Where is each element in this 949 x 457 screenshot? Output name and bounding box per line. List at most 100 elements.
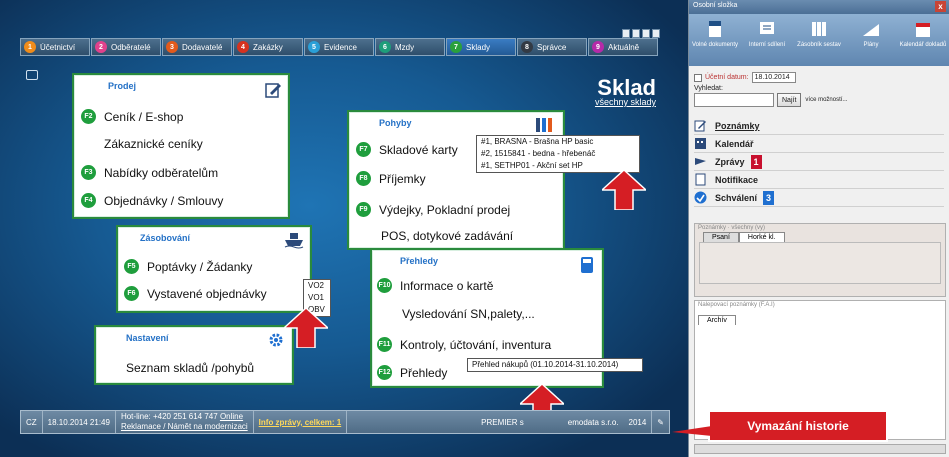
item-label: Skladové karty bbox=[379, 142, 458, 157]
support-links: Hot-line: +420 251 614 747 Online Reklam… bbox=[116, 411, 254, 433]
nastaveni-panel: Nastavení Seznam skladů /pohybů bbox=[94, 325, 294, 385]
red-arrow-icon bbox=[284, 308, 328, 348]
more-options-link[interactable]: více možností... bbox=[805, 97, 847, 103]
tab-number: 5 bbox=[308, 41, 320, 53]
notification-icon bbox=[695, 173, 706, 186]
side-link-kalendar[interactable]: Kalendář bbox=[694, 135, 944, 153]
tab-label: Zakázky bbox=[253, 42, 283, 52]
status-bar: CZ 18.10.2014 21:49 Hot-line: +420 251 6… bbox=[20, 410, 670, 434]
document-icon bbox=[709, 21, 721, 37]
window-icon[interactable] bbox=[652, 29, 660, 38]
tool-kalendar-dokladu[interactable]: Kalendář dokladů bbox=[897, 14, 949, 66]
tab-label: Účetnictví bbox=[40, 42, 76, 52]
tab-zakazky[interactable]: 4 Zakázky bbox=[233, 38, 303, 56]
menu-item-kontroly[interactable]: F11 Kontroly, účtování, inventura bbox=[377, 337, 551, 352]
search-input[interactable] bbox=[694, 93, 774, 107]
red-arrow-icon bbox=[602, 170, 646, 210]
popup-item[interactable]: #2, 1515841 - bedna - hřebenáč bbox=[477, 148, 639, 160]
count-badge: 1 bbox=[750, 154, 762, 169]
menu-item-vysledovani-sn[interactable]: Vysledování SN,palety,... bbox=[402, 307, 535, 321]
find-button[interactable]: Najít bbox=[777, 93, 802, 107]
popup-item[interactable]: #1, BRASNA - Brašna HP basic bbox=[477, 136, 639, 148]
tab-psani[interactable]: Psaní bbox=[703, 232, 739, 242]
popup-item[interactable]: VO1 bbox=[304, 292, 330, 304]
info-messages-link[interactable]: Info zprávy, celkem: 1 bbox=[259, 418, 342, 427]
menu-item-informace-o-karte[interactable]: F10 Informace o kartě bbox=[377, 278, 493, 293]
online-link[interactable]: Online bbox=[220, 412, 243, 421]
shortcut-badge: F6 bbox=[124, 286, 139, 301]
history-back-icon[interactable] bbox=[26, 70, 38, 80]
menu-item-prehledy[interactable]: F12 Přehledy bbox=[377, 365, 447, 380]
menu-item-poptavky[interactable]: F5 Poptávky / Žádanky bbox=[124, 259, 252, 274]
ucetni-datum-field[interactable]: 18.10.2014 bbox=[751, 72, 796, 83]
menu-item-pos[interactable]: POS, dotykové zadávání bbox=[381, 229, 513, 243]
tab-number: 3 bbox=[166, 41, 178, 53]
tab-label: Aktuálně bbox=[608, 42, 640, 52]
ucetni-datum-checkbox[interactable] bbox=[694, 73, 702, 82]
popup-item[interactable]: VO2 bbox=[304, 280, 330, 292]
link-label: Poznámky bbox=[715, 120, 760, 131]
tab-horke-kl[interactable]: Horké kl. bbox=[738, 232, 785, 242]
menu-item-vystavene-objednavky[interactable]: F6 Vystavené objednávky bbox=[124, 286, 267, 301]
calendar-icon bbox=[695, 138, 706, 149]
side-link-zpravy[interactable]: Zprávy 1 bbox=[694, 153, 944, 171]
window-icon[interactable] bbox=[642, 29, 650, 38]
stack-icon bbox=[812, 22, 826, 36]
window-icon[interactable] bbox=[622, 29, 630, 38]
reklamace-link[interactable]: Reklamace / Námět na modernizaci bbox=[121, 422, 248, 432]
main-area: 1 Účetnictví 2 Odběratelé 3 Dodavatelé 4 Zak… bbox=[0, 0, 688, 457]
tool-zasobnik-sestav[interactable]: Zásobník sestav bbox=[793, 14, 845, 66]
item-label: Vystavené objednávky bbox=[147, 286, 267, 301]
menu-item-seznam-skladu[interactable]: Seznam skladů /pohybů bbox=[126, 361, 254, 375]
tab-label: Správce bbox=[537, 42, 567, 52]
tab-archiv[interactable]: Archív bbox=[698, 315, 736, 325]
side-link-poznamky[interactable]: Poznámky bbox=[694, 117, 944, 135]
popup-item[interactable]: Přehled nákupů (01.10.2014-31.10.2014) bbox=[468, 359, 642, 371]
tab-sklady[interactable]: 7 Sklady bbox=[446, 38, 516, 56]
tab-odberatele[interactable]: 2 Odběratelé bbox=[91, 38, 161, 56]
link-label: Kalendář bbox=[715, 138, 754, 149]
tool-volne-dokumenty[interactable]: Volné dokumenty bbox=[689, 14, 741, 66]
tab-spravce[interactable]: 8 Správce bbox=[517, 38, 587, 56]
all-warehouses-link[interactable]: všechny sklady bbox=[595, 97, 656, 107]
tab-label: Sklady bbox=[466, 42, 491, 52]
pohyby-panel: Pohyby F7 Skladové karty F8 Příjemky F9 Výd… bbox=[347, 110, 565, 250]
tab-dodavatele[interactable]: 3 Dodavatelé bbox=[162, 38, 232, 56]
side-link-notifikace[interactable]: Notifikace bbox=[694, 171, 944, 189]
item-label: Výdejky, Pokladní prodej bbox=[379, 202, 511, 217]
window-icon[interactable] bbox=[632, 29, 640, 38]
notes-textarea[interactable] bbox=[699, 242, 941, 284]
tool-label: Kalendář dokladů bbox=[899, 42, 947, 48]
tab-mzdy[interactable]: 6 Mzdy bbox=[375, 38, 445, 56]
tab-evidence[interactable]: 5 Evidence bbox=[304, 38, 374, 56]
menu-item-zakaznicke-ceniky[interactable]: Zákaznické ceníky bbox=[104, 137, 203, 151]
close-icon[interactable]: x bbox=[935, 1, 946, 12]
tab-ucetnictvi[interactable]: 1 Účetnictví bbox=[20, 38, 90, 56]
link-label: Notifikace bbox=[715, 174, 759, 185]
menu-item-vydejky[interactable]: F9 Výdejky, Pokladní prodej bbox=[356, 202, 510, 217]
tab-aktualne[interactable]: 9 Aktuálně bbox=[588, 38, 658, 56]
horizontal-scrollbar[interactable] bbox=[694, 444, 946, 454]
chart-icon bbox=[863, 24, 879, 36]
menu-item-cenik[interactable]: F2 Ceník / E-shop bbox=[81, 109, 183, 124]
menu-item-objednavky[interactable]: F4 Objednávky / Smlouvy bbox=[81, 193, 223, 208]
side-link-schvaleni[interactable]: Schválení 3 bbox=[694, 189, 944, 207]
item-label: Poptávky / Žádanky bbox=[147, 259, 253, 274]
tab-number: 9 bbox=[592, 41, 604, 53]
info-messages[interactable]: Info zprávy, celkem: 1 bbox=[254, 411, 348, 433]
tool-plany[interactable]: Plány bbox=[845, 14, 897, 66]
personal-folder-panel: Osobní složka x Volné dokumenty Interní … bbox=[688, 0, 949, 457]
callout-clear-history: Vymazání historie bbox=[710, 412, 886, 440]
notes-label: Poznámky · všechny (vy) bbox=[698, 225, 766, 231]
language-indicator[interactable]: CZ bbox=[21, 411, 43, 433]
company-text: PREMIER s bbox=[481, 417, 524, 427]
shortcut-badge: F10 bbox=[377, 278, 392, 293]
menu-item-prijemky[interactable]: F8 Příjemky bbox=[356, 171, 426, 186]
tool-interni-sdileni[interactable]: Interní sdílení bbox=[741, 14, 793, 66]
notes-area: Poznámky · všechny (vy) Psaní Horké kl. bbox=[694, 223, 946, 297]
menu-item-skladove-karty[interactable]: F7 Skladové karty bbox=[356, 142, 458, 157]
calculator-icon bbox=[581, 257, 593, 273]
menu-item-nabidky[interactable]: F3 Nabídky odběratelům bbox=[81, 165, 218, 180]
share-icon bbox=[760, 22, 774, 34]
eraser-icon[interactable]: ✎ bbox=[652, 411, 669, 433]
